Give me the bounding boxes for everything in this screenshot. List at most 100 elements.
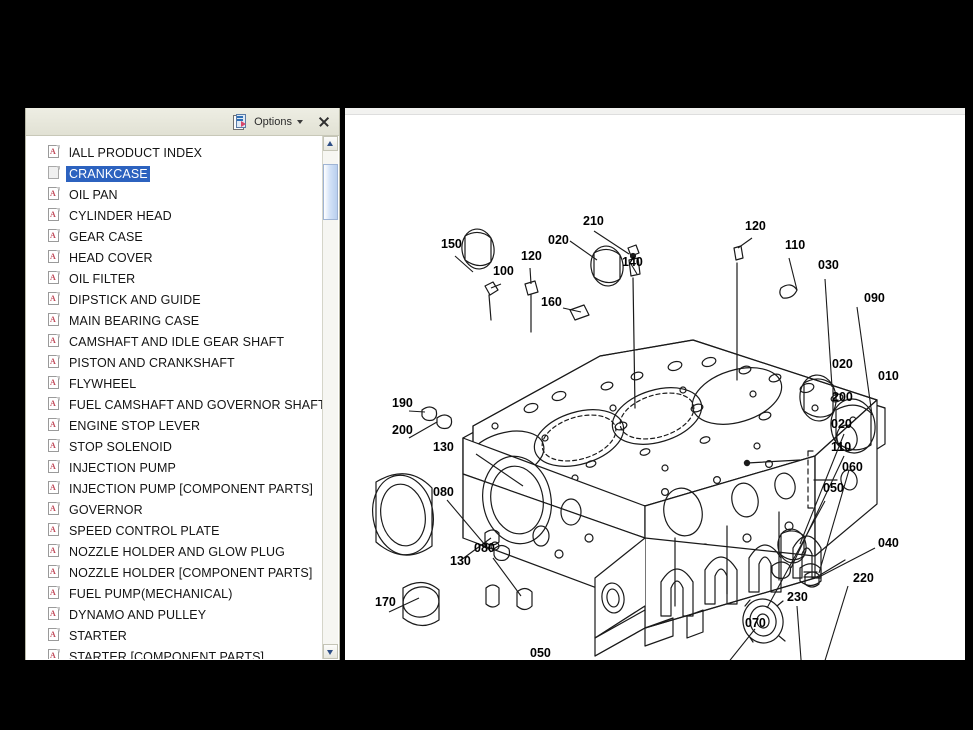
- pdf-bookmark-icon: A: [48, 187, 61, 202]
- bookmark-item-label: GEAR CASE: [66, 229, 145, 245]
- pdf-bookmark-icon: A: [48, 460, 61, 475]
- part-callout-4: 100: [493, 264, 514, 278]
- bookmark-item-2[interactable]: A OIL PAN: [26, 184, 322, 205]
- bookmark-item-label: SPEED CONTROL PLATE: [66, 523, 222, 539]
- bookmark-item-18[interactable]: A SPEED CONTROL PLATE: [26, 520, 322, 541]
- bookmark-item-3[interactable]: ACYLINDER HEAD: [26, 205, 322, 226]
- bookmark-item-20[interactable]: ANOZZLE HOLDER [COMPONENT PARTS]: [26, 562, 322, 583]
- bookmark-item-label: FUEL PUMP(MECHANICAL): [66, 586, 234, 602]
- close-icon[interactable]: [315, 113, 333, 131]
- part-callout-12: 200: [832, 390, 853, 404]
- part-callout-23: 060: [842, 460, 863, 474]
- screen-root: 1502100201201001401601201100300900202000…: [0, 0, 973, 730]
- bookmark-item-label: ENGINE STOP LEVER: [66, 418, 202, 434]
- part-callout-27: 230: [787, 590, 808, 604]
- bookmark-item-19[interactable]: ANOZZLE HOLDER AND GLOW PLUG: [26, 541, 322, 562]
- part-callout-21: 020: [831, 417, 852, 431]
- pdf-bookmark-icon: A: [48, 355, 61, 370]
- pdf-bookmark-icon: A: [48, 250, 61, 265]
- pdf-bookmark-icon: A: [48, 502, 61, 517]
- crankcase-exploded-diagram: 1502100201201001401601201100300900202000…: [345, 108, 965, 660]
- part-callout-28: 070: [745, 616, 766, 630]
- bookmark-item-15[interactable]: A INJECTION PUMP: [26, 457, 322, 478]
- bookmark-item-label: OIL PAN: [66, 187, 120, 203]
- bookmark-item-5[interactable]: A HEAD COVER: [26, 247, 322, 268]
- bookmark-item-label: HEAD COVER: [66, 250, 155, 266]
- bookmark-item-16[interactable]: A INJECTION PUMP [COMPONENT PARTS]: [26, 478, 322, 499]
- panel-vertical-scrollbar[interactable]: [322, 136, 338, 659]
- bookmark-item-22[interactable]: ADYNAMO AND PULLEY: [26, 604, 322, 625]
- pdf-page-view[interactable]: 1502100201201001401601201100300900202000…: [345, 108, 965, 660]
- part-callout-14: 190: [392, 396, 413, 410]
- pdf-bookmark-icon: A: [48, 523, 61, 538]
- chevron-down-icon: [297, 120, 303, 124]
- bookmark-item-12[interactable]: AFUEL CAMSHAFT AND GOVERNOR SHAFT: [26, 394, 322, 415]
- pdf-bookmark-icon: A: [48, 334, 61, 349]
- document-icon: A: [48, 166, 61, 181]
- pdf-bookmark-icon: A: [48, 292, 61, 307]
- pdf-bookmark-icon: A: [48, 565, 61, 580]
- bookmark-item-label: STOP SOLENOID: [66, 439, 174, 455]
- pdf-bookmark-icon: A: [48, 208, 61, 223]
- bookmark-item-label: DIPSTICK AND GUIDE: [66, 292, 203, 308]
- bookmark-item-13[interactable]: A ENGINE STOP LEVER: [26, 415, 322, 436]
- part-callout-16: 130: [433, 440, 454, 454]
- pdf-bookmark-icon: A: [48, 628, 61, 643]
- options-button[interactable]: Options: [228, 112, 307, 132]
- bookmark-item-4[interactable]: A GEAR CASE: [26, 226, 322, 247]
- part-callout-10: 090: [864, 291, 885, 305]
- scroll-down-arrow-icon[interactable]: [323, 644, 338, 659]
- pdf-bookmark-icon: A: [48, 145, 61, 160]
- bookmark-item-24[interactable]: ASTARTER [COMPONENT PARTS]: [26, 646, 322, 659]
- bookmark-item-0[interactable]: AlALL PRODUCT INDEX: [26, 142, 322, 163]
- bookmark-item-label: STARTER: [66, 628, 129, 644]
- bookmark-item-11[interactable]: A FLYWHEEL: [26, 373, 322, 394]
- part-callout-2: 020: [548, 233, 569, 247]
- part-callout-19: 130: [450, 554, 471, 568]
- bookmark-item-label: OIL FILTER: [66, 271, 137, 287]
- diagram-svg: 1502100201201001401601201100300900202000…: [345, 108, 965, 660]
- part-callout-18: 080: [474, 541, 495, 555]
- bookmark-item-21[interactable]: AFUEL PUMP(MECHANICAL): [26, 583, 322, 604]
- pdf-bookmark-icon: A: [48, 397, 61, 412]
- part-callout-24: 050: [823, 481, 844, 495]
- bookmark-item-label: lALL PRODUCT INDEX: [66, 145, 204, 161]
- bookmark-item-label: GOVERNOR: [66, 502, 145, 518]
- bookmark-item-label: INJECTION PUMP [COMPONENT PARTS]: [66, 481, 315, 497]
- bookmark-item-label: CAMSHAFT AND IDLE GEAR SHAFT: [66, 334, 286, 350]
- part-callout-29: 050: [530, 646, 551, 660]
- bookmark-item-23[interactable]: A STARTER: [26, 625, 322, 646]
- part-callout-8: 110: [785, 238, 805, 252]
- bookmark-item-1[interactable]: ACRANKCASE: [26, 163, 322, 184]
- bookmark-tree: AlALL PRODUCT INDEXACRANKCASEAOIL PANACY…: [26, 136, 322, 659]
- bookmark-item-label: DYNAMO AND PULLEY: [66, 607, 208, 623]
- part-callout-11: 020: [832, 357, 853, 371]
- panel-title-bar: Options: [26, 108, 339, 136]
- pdf-bookmark-icon: A: [48, 418, 61, 433]
- pdf-bookmark-icon: A: [48, 229, 61, 244]
- bookmark-item-7[interactable]: A DIPSTICK AND GUIDE: [26, 289, 322, 310]
- bookmark-item-8[interactable]: AMAIN BEARING CASE: [26, 310, 322, 331]
- bookmark-item-17[interactable]: A GOVERNOR: [26, 499, 322, 520]
- bookmarks-index-panel[interactable]: Options AlALL PRODUCT INDEXACRANKCASEAOI…: [25, 108, 340, 660]
- bookmark-item-14[interactable]: ASTOP SOLENOID: [26, 436, 322, 457]
- bookmark-item-label: FUEL CAMSHAFT AND GOVERNOR SHAFT: [66, 397, 328, 413]
- part-callout-6: 160: [541, 295, 562, 309]
- part-callout-22: 110: [831, 440, 851, 454]
- pdf-bookmark-icon: A: [48, 481, 61, 496]
- bookmark-item-label: FLYWHEEL: [66, 376, 138, 392]
- bookmark-item-6[interactable]: A OIL FILTER: [26, 268, 322, 289]
- bookmark-item-label: PISTON AND CRANKSHAFT: [66, 355, 237, 371]
- bookmark-tree-scroll-area[interactable]: AlALL PRODUCT INDEXACRANKCASEAOIL PANACY…: [26, 136, 339, 659]
- pdf-bookmark-icon: A: [48, 313, 61, 328]
- bookmark-item-9[interactable]: A CAMSHAFT AND IDLE GEAR SHAFT: [26, 331, 322, 352]
- pdf-bookmark-icon: A: [48, 649, 61, 659]
- pdf-bookmark-icon: A: [48, 271, 61, 286]
- scroll-up-arrow-icon[interactable]: [323, 136, 338, 151]
- pdf-bookmark-icon: A: [48, 376, 61, 391]
- scrollbar-thumb[interactable]: [323, 164, 338, 220]
- scrollbar-track[interactable]: [323, 151, 338, 644]
- bookmark-item-label: NOZZLE HOLDER AND GLOW PLUG: [66, 544, 287, 560]
- bookmark-item-10[interactable]: A PISTON AND CRANKSHAFT: [26, 352, 322, 373]
- bookmark-item-label: INJECTION PUMP: [66, 460, 178, 476]
